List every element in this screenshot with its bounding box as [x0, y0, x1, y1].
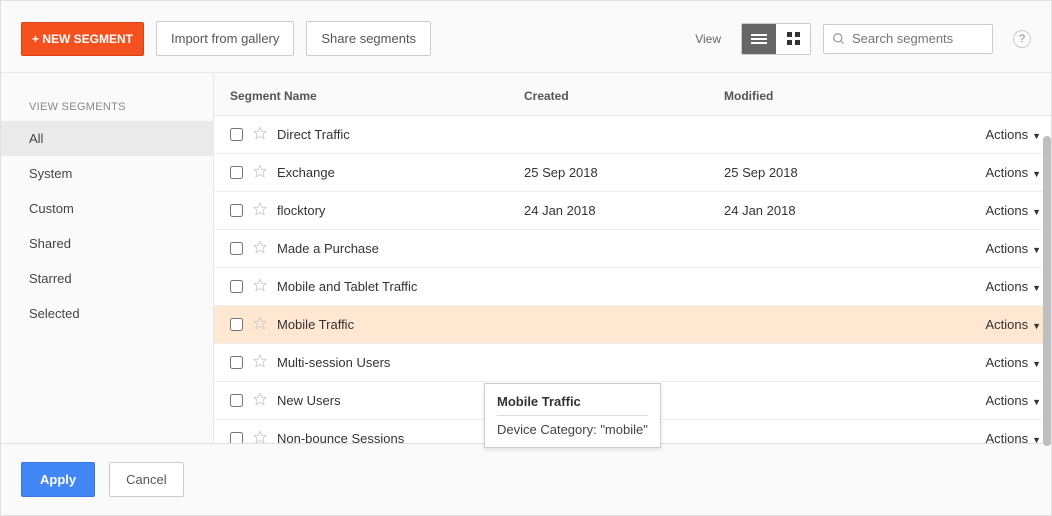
sidebar: VIEW SEGMENTS All System Custom Shared S…	[1, 73, 213, 460]
apply-button[interactable]: Apply	[21, 462, 95, 497]
star-icon[interactable]	[253, 354, 267, 371]
segment-name: flocktory	[277, 203, 325, 218]
table-row[interactable]: Mobile Traffic Actions▼	[214, 306, 1051, 344]
row-checkbox[interactable]	[230, 166, 243, 179]
table-row[interactable]: Made a Purchase Actions▼	[214, 230, 1051, 268]
caret-down-icon: ▼	[1032, 245, 1041, 255]
import-gallery-button[interactable]: Import from gallery	[156, 21, 294, 56]
caret-down-icon: ▼	[1032, 321, 1041, 331]
col-header-actions	[914, 73, 1051, 116]
tooltip-body: Device Category: "mobile"	[497, 422, 648, 437]
table-row[interactable]: flocktory24 Jan 201824 Jan 2018Actions▼	[214, 192, 1051, 230]
share-segments-button[interactable]: Share segments	[306, 21, 431, 56]
help-icon[interactable]: ?	[1013, 30, 1031, 48]
star-icon[interactable]	[253, 240, 267, 257]
search-icon	[832, 32, 846, 46]
sidebar-title: VIEW SEGMENTS	[1, 101, 213, 121]
modified-cell: 24 Jan 2018	[714, 192, 914, 230]
row-checkbox[interactable]	[230, 318, 243, 331]
search-input[interactable]	[852, 31, 984, 46]
caret-down-icon: ▼	[1032, 131, 1041, 141]
segment-tooltip: Mobile Traffic Device Category: "mobile"	[484, 383, 661, 448]
actions-dropdown[interactable]: Actions▼	[914, 344, 1051, 382]
star-icon[interactable]	[253, 126, 267, 143]
topbar: + NEW SEGMENT Import from gallery Share …	[1, 1, 1051, 72]
row-checkbox[interactable]	[230, 242, 243, 255]
table-row[interactable]: Exchange25 Sep 201825 Sep 2018Actions▼	[214, 154, 1051, 192]
segment-name: New Users	[277, 393, 341, 408]
segment-name: Mobile Traffic	[277, 317, 354, 332]
modified-cell	[714, 268, 914, 306]
actions-dropdown[interactable]: Actions▼	[914, 116, 1051, 154]
row-checkbox[interactable]	[230, 128, 243, 141]
view-toggle	[741, 23, 811, 55]
actions-dropdown[interactable]: Actions▼	[914, 154, 1051, 192]
table-row[interactable]: Direct Traffic Actions▼	[214, 116, 1051, 154]
created-cell: 24 Jan 2018	[514, 192, 714, 230]
segments-panel: + NEW SEGMENT Import from gallery Share …	[0, 0, 1052, 516]
content: VIEW SEGMENTS All System Custom Shared S…	[1, 72, 1051, 460]
segment-name: Mobile and Tablet Traffic	[277, 279, 417, 294]
segment-name: Made a Purchase	[277, 241, 379, 256]
caret-down-icon: ▼	[1032, 359, 1041, 369]
sidebar-item-custom[interactable]: Custom	[1, 191, 213, 226]
created-cell	[514, 230, 714, 268]
view-grid-button[interactable]	[776, 24, 810, 54]
segment-name: Exchange	[277, 165, 335, 180]
scrollbar[interactable]	[1043, 136, 1051, 446]
created-cell	[514, 344, 714, 382]
row-checkbox[interactable]	[230, 280, 243, 293]
created-cell	[514, 306, 714, 344]
star-icon[interactable]	[253, 316, 267, 333]
modified-cell	[714, 382, 914, 420]
created-cell: 25 Sep 2018	[514, 154, 714, 192]
view-label: View	[695, 32, 721, 46]
row-checkbox[interactable]	[230, 394, 243, 407]
view-list-button[interactable]	[742, 24, 776, 54]
caret-down-icon: ▼	[1032, 207, 1041, 217]
cancel-button[interactable]: Cancel	[109, 462, 183, 497]
table-row[interactable]: Mobile and Tablet Traffic Actions▼	[214, 268, 1051, 306]
col-header-modified[interactable]: Modified	[714, 73, 914, 116]
segment-name: Direct Traffic	[277, 127, 350, 142]
list-icon	[751, 34, 767, 44]
actions-dropdown[interactable]: Actions▼	[914, 230, 1051, 268]
modified-cell	[714, 344, 914, 382]
modified-cell	[714, 116, 914, 154]
tooltip-title: Mobile Traffic	[497, 394, 648, 416]
caret-down-icon: ▼	[1032, 169, 1041, 179]
star-icon[interactable]	[253, 392, 267, 409]
new-segment-button[interactable]: + NEW SEGMENT	[21, 22, 144, 56]
sidebar-item-system[interactable]: System	[1, 156, 213, 191]
footer: Apply Cancel	[1, 443, 1051, 515]
actions-dropdown[interactable]: Actions▼	[914, 382, 1051, 420]
row-checkbox[interactable]	[230, 356, 243, 369]
grid-icon	[787, 32, 800, 45]
col-header-name[interactable]: Segment Name	[214, 73, 514, 116]
created-cell	[514, 116, 714, 154]
caret-down-icon: ▼	[1032, 283, 1041, 293]
star-icon[interactable]	[253, 278, 267, 295]
modified-cell	[714, 306, 914, 344]
row-checkbox[interactable]	[230, 204, 243, 217]
sidebar-item-starred[interactable]: Starred	[1, 261, 213, 296]
table-row[interactable]: Multi-session Users Actions▼	[214, 344, 1051, 382]
search-box[interactable]	[823, 24, 993, 54]
sidebar-item-shared[interactable]: Shared	[1, 226, 213, 261]
star-icon[interactable]	[253, 164, 267, 181]
col-header-created[interactable]: Created	[514, 73, 714, 116]
actions-dropdown[interactable]: Actions▼	[914, 306, 1051, 344]
star-icon[interactable]	[253, 202, 267, 219]
caret-down-icon: ▼	[1032, 397, 1041, 407]
actions-dropdown[interactable]: Actions▼	[914, 268, 1051, 306]
created-cell	[514, 268, 714, 306]
modified-cell	[714, 230, 914, 268]
sidebar-item-selected[interactable]: Selected	[1, 296, 213, 331]
main: Segment Name Created Modified Direct Tra…	[213, 73, 1051, 460]
modified-cell: 25 Sep 2018	[714, 154, 914, 192]
actions-dropdown[interactable]: Actions▼	[914, 192, 1051, 230]
segment-name: Multi-session Users	[277, 355, 390, 370]
sidebar-item-all[interactable]: All	[1, 121, 213, 156]
